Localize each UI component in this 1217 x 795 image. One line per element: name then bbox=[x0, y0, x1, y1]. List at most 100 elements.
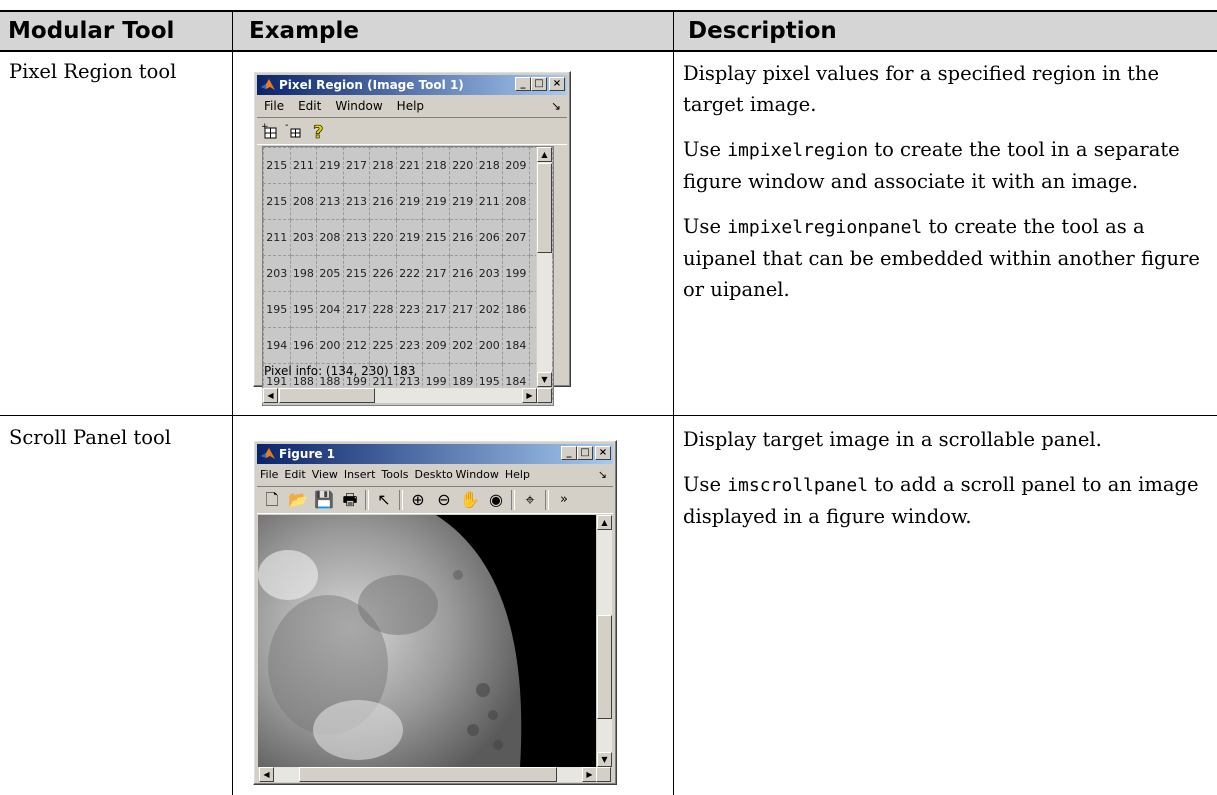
pixel-value-cell: 207 bbox=[502, 219, 530, 256]
header-example: Example bbox=[233, 10, 673, 50]
help-icon[interactable]: ? bbox=[309, 121, 329, 141]
moon-image bbox=[258, 515, 596, 767]
header-bottom-rule bbox=[0, 50, 1217, 52]
open-file-icon[interactable]: 📂 bbox=[287, 490, 309, 510]
pixel-value-cell: 213 bbox=[342, 183, 371, 220]
save-icon[interactable]: 💾 bbox=[313, 490, 335, 510]
new-figure-icon[interactable]: 🗋 bbox=[261, 490, 283, 510]
scroll-up-icon[interactable]: ▲ bbox=[597, 515, 612, 530]
rotate-3d-icon[interactable]: ◉ bbox=[485, 490, 507, 510]
minimize-button[interactable]: _ bbox=[515, 77, 531, 91]
scroll-thumb[interactable] bbox=[597, 615, 612, 719]
pixel-value-cell: 184 bbox=[502, 327, 530, 364]
pan-hand-icon[interactable]: ✋ bbox=[459, 490, 481, 510]
dock-arrow-icon[interactable]: ↘ bbox=[544, 96, 567, 116]
vertical-scrollbar[interactable]: ▲ ▼ bbox=[596, 515, 612, 767]
pixel-value-cell: 228 bbox=[369, 291, 397, 328]
menu-window[interactable]: Window bbox=[328, 96, 389, 116]
scroll-up-icon[interactable]: ▲ bbox=[537, 147, 552, 162]
window-title: Figure 1 bbox=[279, 447, 336, 461]
menu-edit[interactable]: Edit bbox=[291, 96, 328, 116]
pixel-value-cell: 208 bbox=[502, 183, 530, 220]
scroll-left-icon[interactable]: ◀ bbox=[263, 388, 278, 403]
pixel-value-cell: 217 bbox=[342, 291, 371, 328]
pixel-row: 2112032082132202192152162062072 bbox=[263, 219, 553, 256]
horizontal-scrollbar[interactable]: ◀ ▶ bbox=[258, 767, 597, 782]
toolbar-overflow-icon[interactable]: » bbox=[553, 490, 575, 510]
toolbar: 🗋 📂 💾 🖶 ↖ ⊕ ⊖ ✋ ◉ ⌖ » bbox=[257, 486, 613, 514]
pixel-value-cell: 217 bbox=[422, 291, 450, 328]
data-cursor-icon[interactable]: ⌖ bbox=[519, 490, 541, 510]
pixel-value-cell: 217 bbox=[448, 291, 477, 328]
pixel-value-cell: 219 bbox=[395, 183, 424, 220]
pixel-value-cell: 212 bbox=[342, 327, 371, 364]
pixel-value-cell: 215 bbox=[263, 183, 291, 220]
menu-bar: File Edit Window Help ↘ bbox=[257, 96, 567, 116]
description-text: Use imscrollpanel to add a scroll panel … bbox=[683, 473, 1199, 528]
pixel-value-cell: 186 bbox=[502, 291, 530, 328]
shrink-pixels-icon[interactable]: - bbox=[285, 121, 305, 141]
scroll-thumb[interactable] bbox=[299, 767, 557, 782]
close-button[interactable]: × bbox=[595, 446, 611, 460]
scroll-down-icon[interactable]: ▼ bbox=[597, 752, 612, 767]
pixel-value-cell: 198 bbox=[289, 255, 318, 292]
scroll-left-icon[interactable]: ◀ bbox=[259, 767, 274, 782]
menu-tools[interactable]: Tools bbox=[378, 465, 411, 485]
matlab-logo-icon bbox=[261, 448, 275, 459]
tool-name-scroll-panel: Scroll Panel tool bbox=[9, 426, 171, 449]
description-pixel-region: Display pixel values for a specified reg… bbox=[683, 58, 1211, 319]
pixel-value-cell: 203 bbox=[475, 255, 504, 292]
pixel-value-cell: 209 bbox=[502, 147, 530, 184]
minimize-button[interactable]: _ bbox=[561, 446, 577, 460]
scroll-corner bbox=[537, 388, 552, 403]
zoom-out-icon[interactable]: ⊖ bbox=[433, 490, 455, 510]
enlarge-pixels-icon[interactable]: + bbox=[261, 121, 281, 141]
column-divider-1 bbox=[232, 10, 233, 795]
menu-insert[interactable]: Insert bbox=[341, 465, 379, 485]
horizontal-scrollbar[interactable]: ◀ ▶ bbox=[262, 388, 537, 403]
pixel-value-cell: 202 bbox=[448, 327, 477, 364]
menu-file[interactable]: File bbox=[257, 96, 291, 116]
pixel-value-cell: 217 bbox=[342, 147, 371, 184]
table-top-rule bbox=[0, 10, 1217, 12]
maximize-button[interactable]: □ bbox=[577, 446, 593, 460]
dock-arrow-icon[interactable]: ↘ bbox=[591, 465, 613, 485]
pixel-value-cell: 203 bbox=[289, 219, 318, 256]
menu-desktop[interactable]: Desktop bbox=[412, 465, 453, 485]
scroll-right-icon[interactable]: ▶ bbox=[522, 388, 537, 403]
menu-help[interactable]: Help bbox=[390, 96, 431, 116]
toolbar: + - ? bbox=[257, 117, 567, 145]
pixel-value-cell: 211 bbox=[263, 219, 291, 256]
menu-file[interactable]: File bbox=[257, 465, 281, 485]
pixel-value-cell: 196 bbox=[289, 327, 318, 364]
function-name: impixelregion bbox=[727, 140, 869, 161]
menu-edit[interactable]: Edit bbox=[281, 465, 308, 485]
pixel-value-cell: 206 bbox=[475, 219, 504, 256]
select-arrow-icon[interactable]: ↖ bbox=[373, 490, 395, 510]
scroll-thumb[interactable] bbox=[537, 163, 552, 253]
pixel-value-cell: 219 bbox=[316, 147, 344, 184]
pixel-value-cell: 203 bbox=[263, 255, 291, 292]
scroll-right-icon[interactable]: ▶ bbox=[582, 767, 597, 782]
zoom-in-icon[interactable]: ⊕ bbox=[407, 490, 429, 510]
window-titlebar[interactable]: Figure 1 _ □ × bbox=[257, 444, 613, 464]
pixel-value-cell: 218 bbox=[369, 147, 397, 184]
scroll-thumb[interactable] bbox=[279, 388, 375, 403]
menu-help[interactable]: Help bbox=[502, 465, 533, 485]
pixel-row: 2152112192172182212182202182092 bbox=[263, 147, 553, 184]
menu-view[interactable]: View bbox=[309, 465, 341, 485]
maximize-button[interactable]: □ bbox=[531, 77, 547, 91]
window-titlebar[interactable]: Pixel Region (Image Tool 1) _ □ × bbox=[257, 75, 567, 95]
close-button[interactable]: × bbox=[549, 77, 565, 91]
window-title: Pixel Region (Image Tool 1) bbox=[279, 78, 464, 92]
print-icon[interactable]: 🖶 bbox=[339, 490, 361, 510]
vertical-scrollbar[interactable]: ▲ ▼ bbox=[536, 147, 552, 387]
pixel-value-cell: 223 bbox=[395, 291, 424, 328]
moon-image-graphic bbox=[258, 515, 522, 767]
menu-window[interactable]: Window bbox=[453, 465, 502, 485]
pixel-value-cell: 205 bbox=[316, 255, 344, 292]
function-name: impixelregionpanel bbox=[727, 217, 923, 238]
pixel-value-cell: 211 bbox=[289, 147, 318, 184]
scroll-down-icon[interactable]: ▼ bbox=[537, 372, 552, 387]
pixel-value-cell: 222 bbox=[395, 255, 424, 292]
